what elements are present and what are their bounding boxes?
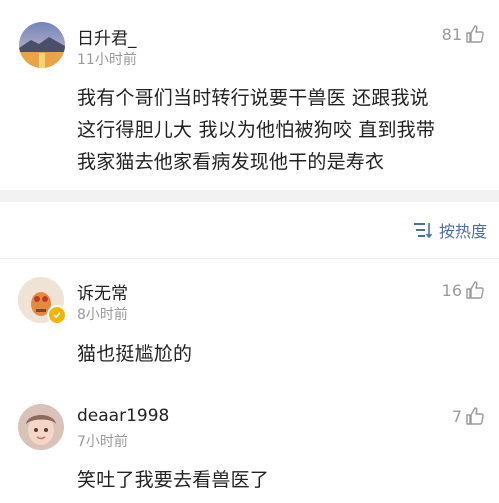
commenter-avatar[interactable]: [18, 404, 64, 450]
comment-like-count: 7: [451, 406, 462, 426]
sort-by-heat-button[interactable]: 按热度: [413, 218, 487, 242]
comment-time: 8小时前: [77, 307, 128, 323]
post-content: 我有个哥们当时转行说要干兽医 还跟我说 这行得胆儿大 我以为他怕被狗咬 直到我带…: [77, 82, 435, 178]
sort-label: 按热度: [438, 222, 487, 241]
commenter-name[interactable]: deaar1998: [77, 406, 169, 426]
thumbs-up-icon: [466, 25, 484, 43]
thumbs-up-icon: [466, 281, 484, 299]
post-like-count: 81: [441, 24, 462, 44]
sunset-avatar-image: [19, 22, 65, 68]
sort-bar-divider: [0, 258, 499, 259]
girl-avatar-image: [18, 404, 64, 450]
post-author-name[interactable]: 日升君_: [77, 24, 137, 49]
verified-badge-icon: [47, 305, 67, 325]
post-time: 11小时前: [77, 52, 137, 68]
comment-text: 猫也挺尴尬的: [77, 343, 193, 365]
post-content-line: 这行得胆儿大 我以为他怕被狗咬 直到我带: [77, 119, 436, 141]
comment-like-button[interactable]: 7: [452, 406, 485, 426]
post-like-button[interactable]: 81: [442, 24, 485, 44]
post-content-line: 我家猫去他家看病发现他干的是寿衣: [77, 151, 385, 173]
thumbs-up-icon: [466, 407, 484, 425]
original-post: 日升君_ 11小时前 81 我有个哥们当时转行说要干兽医 还跟我说 这行得胆儿大…: [0, 0, 499, 190]
comment-text: 笑吐了我要去看兽医了: [77, 469, 270, 491]
comment-time: 7小时前: [77, 434, 128, 450]
comment-like-button[interactable]: 16: [442, 280, 485, 300]
comment-like-count: 16: [441, 280, 462, 300]
comment-sort-bar: 按热度: [0, 202, 499, 258]
commenter-name[interactable]: 诉无常: [77, 279, 128, 304]
sort-icon: [413, 223, 433, 239]
post-author-avatar[interactable]: [19, 22, 65, 68]
section-divider: [0, 190, 499, 202]
post-content-line: 我有个哥们当时转行说要干兽医 还跟我说: [77, 87, 429, 109]
